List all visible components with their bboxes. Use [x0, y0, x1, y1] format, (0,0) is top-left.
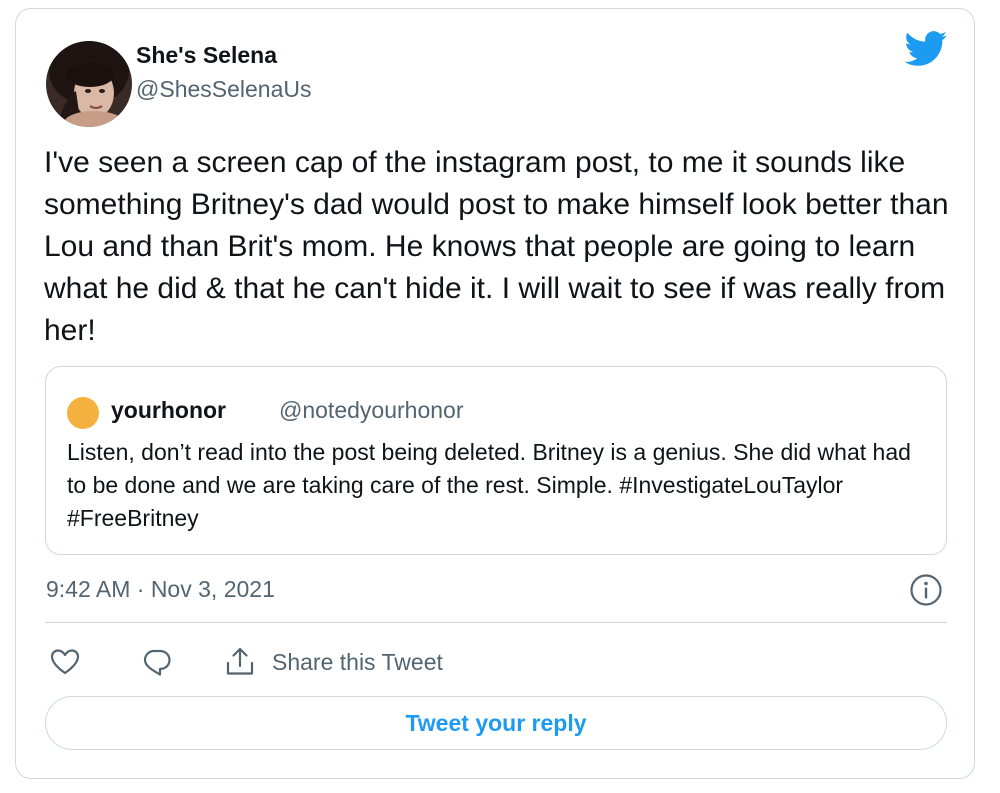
tweet-card: She's Selena @ShesSelenaUs I've seen a s… [15, 8, 975, 779]
share-button[interactable]: Share this Tweet [224, 645, 443, 679]
tweet-text: I've seen a screen cap of the instagram … [44, 146, 949, 347]
share-icon [226, 647, 254, 675]
author-name[interactable]: She's Selena [136, 42, 277, 69]
reply-button[interactable] [141, 645, 173, 679]
quoted-author-name: yourhonor [111, 397, 226, 423]
divider [45, 622, 947, 623]
share-label: Share this Tweet [272, 648, 443, 675]
quoted-tweet[interactable]: yourhonor @notedyourhonor Listen, don’t … [45, 366, 947, 555]
like-button[interactable] [49, 645, 81, 679]
tweet-reply-button[interactable]: Tweet your reply [45, 696, 947, 750]
quoted-tweet-text: Listen, don’t read into the post being d… [67, 439, 911, 531]
author-handle[interactable]: @ShesSelenaUs [136, 76, 312, 103]
reply-bubble-icon [143, 649, 171, 676]
tweet-timestamp[interactable]: 9:42 AM · Nov 3, 2021 [46, 576, 275, 603]
quoted-author-handle: @notedyourhonor [279, 397, 464, 423]
info-icon[interactable] [909, 573, 943, 607]
heart-icon [50, 649, 80, 675]
quoted-avatar[interactable] [67, 397, 99, 429]
avatar-photo-icon [46, 41, 132, 127]
twitter-bird-icon[interactable] [904, 31, 948, 67]
author-avatar[interactable] [46, 41, 132, 127]
